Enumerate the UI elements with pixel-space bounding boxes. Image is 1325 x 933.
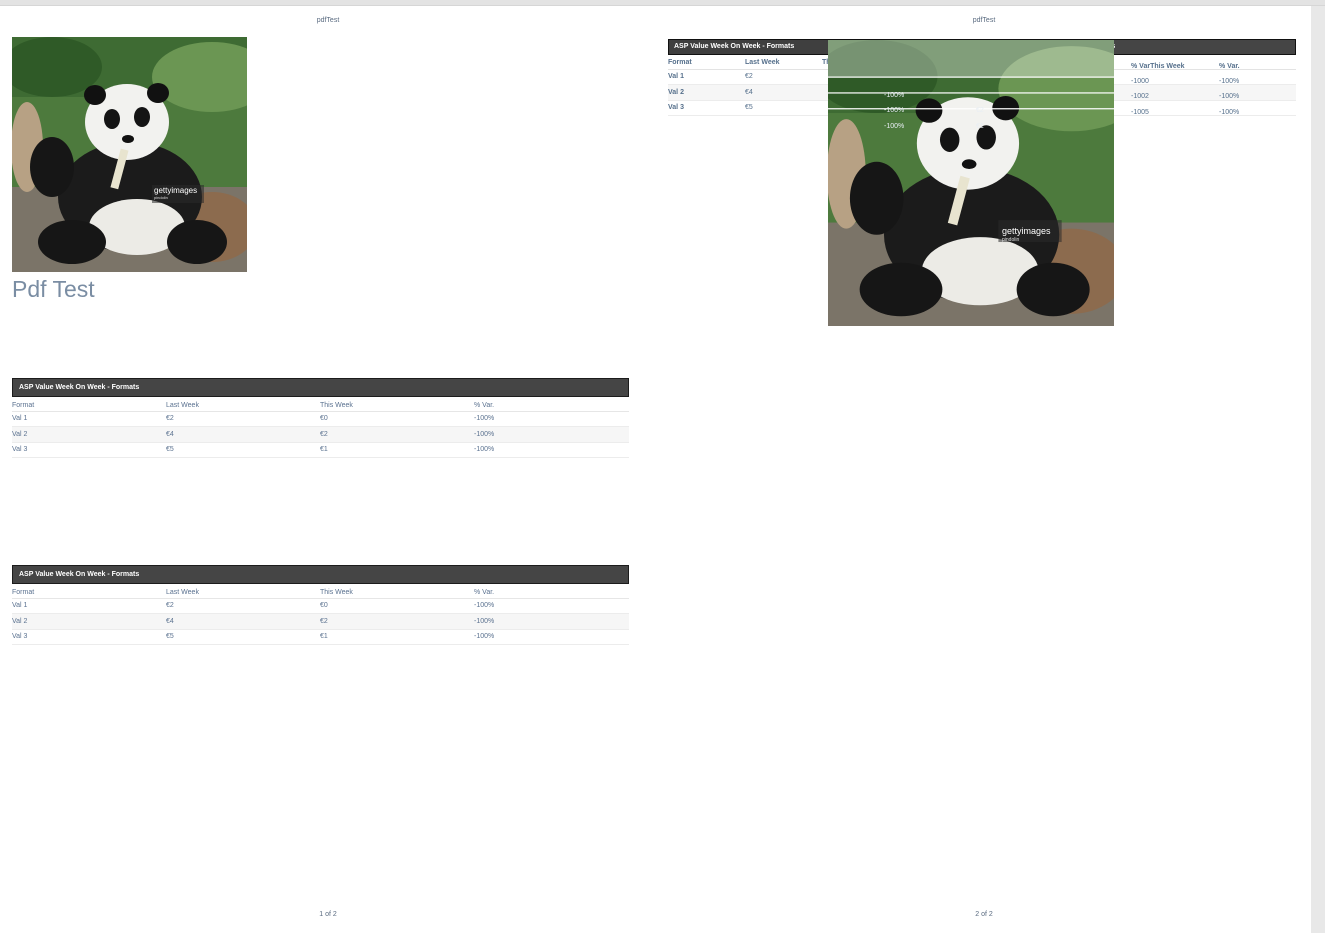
ghost-cell: -1005 (1131, 109, 1149, 116)
document-title: Pdf Test (12, 276, 95, 302)
table-row: Val 1 €2 €0 -100% (12, 411, 629, 427)
table-cell: €1 (320, 442, 474, 458)
ghost-cell: -1002 (1131, 93, 1149, 100)
viewer-scrollbar[interactable] (1311, 6, 1325, 933)
column-header: Last Week (166, 397, 320, 412)
table-title-bar: ASP Value Week On Week - Formats (12, 565, 629, 584)
table-cell: €2 (320, 613, 474, 630)
table-cell: Val 3 (12, 442, 166, 458)
table-row: Val 2 €4 €2 -100% (12, 426, 629, 443)
table-cell: Val 2 (12, 426, 166, 443)
table-cell: €4 (166, 426, 320, 443)
column-header: % Var. (474, 584, 629, 599)
ghost-column-header: % Var. (1219, 63, 1240, 70)
table-row: Val 3 €5 €1 -100% (12, 442, 629, 458)
ghost-cell: -100% (1219, 109, 1240, 116)
page-2: pdfTest ASP Value Week On Week - Formats… (656, 6, 1312, 933)
watermark-text: gettyimages (1002, 226, 1051, 236)
table-cell: €5 (166, 629, 320, 645)
page-footer: 1 of 2 (319, 911, 337, 918)
table-cell: Val 2 (12, 613, 166, 630)
table-cell: -100% (474, 426, 629, 443)
panda-photo-overlap: -100% -100% -100% €2 €1 gettyimages pind… (828, 40, 1114, 326)
table-cell: Val 1 (668, 69, 745, 85)
table-header-row: Format Last Week This Week % Var. (12, 584, 629, 599)
table-row: Val 1 €2 €0 -100% (12, 598, 629, 614)
column-header: Format (12, 397, 166, 412)
pdf-viewer-canvas: pdfTest gettyimages pindolin Pdf Test AS… (0, 6, 1311, 933)
column-header: Format (12, 584, 166, 599)
table-cell: -100% (474, 629, 629, 645)
table-cell: -100% (474, 613, 629, 630)
overlap-cell: -100% (884, 92, 905, 99)
panda-photo: gettyimages pindolin (12, 37, 247, 272)
column-header: % Var. (474, 397, 629, 412)
table-cell: €5 (745, 100, 822, 116)
table-cell: €4 (745, 84, 822, 101)
column-header: This Week (320, 584, 474, 599)
table-cell: €2 (745, 69, 822, 85)
ghost-cell: -100% (1219, 78, 1240, 85)
table-cell: €0 (320, 411, 474, 427)
ghost-cell: -100% (1219, 93, 1240, 100)
table-cell: Val 3 (12, 629, 166, 645)
data-table-2: ASP Value Week On Week - Formats Format … (12, 565, 629, 645)
overlap-cell: -100% (884, 107, 905, 114)
table-cell: €5 (166, 442, 320, 458)
table-cell: €1 (320, 629, 474, 645)
table-cell: €2 (166, 411, 320, 427)
table-cell: €2 (166, 598, 320, 614)
table-cell: €0 (320, 598, 474, 614)
page-header: pdfTest (972, 17, 996, 24)
table-cell: -100% (474, 411, 629, 427)
table-row: Val 2 €4 €2 -100% (12, 613, 629, 630)
overlap-cell: -100% (884, 123, 905, 130)
page-footer: 2 of 2 (975, 911, 993, 918)
table-cell: -100% (474, 598, 629, 614)
page-1: pdfTest gettyimages pindolin Pdf Test AS… (0, 6, 656, 933)
overlap-cell: €2 (976, 107, 984, 114)
table-row: Val 3 €5 €1 -100% (12, 629, 629, 645)
watermark-subtext: pindolin (154, 195, 168, 200)
overlap-cell: €1 (976, 123, 984, 130)
table-cell: Val 2 (668, 84, 745, 101)
table-cell: Val 1 (12, 598, 166, 614)
column-header: Format (668, 55, 745, 70)
table-cell: €4 (166, 613, 320, 630)
table-title-bar: ASP Value Week On Week - Formats (12, 378, 629, 397)
watermark-text: gettyimages (154, 186, 198, 195)
page-header: pdfTest (316, 17, 340, 24)
ghost-column-header: % VarThis Week (1131, 63, 1185, 70)
table-cell: €2 (320, 426, 474, 443)
table-cell: Val 3 (668, 100, 745, 116)
column-header: Last Week (745, 55, 822, 70)
column-header: This Week (320, 397, 474, 412)
watermark-subtext: pindolin (1002, 237, 1020, 243)
table-cell: Val 1 (12, 411, 166, 427)
table-cell: -100% (474, 442, 629, 458)
data-table-1: ASP Value Week On Week - Formats Format … (12, 378, 629, 458)
ghost-cell: -1000 (1131, 78, 1149, 85)
table-header-row: Format Last Week This Week % Var. (12, 397, 629, 412)
column-header: Last Week (166, 584, 320, 599)
